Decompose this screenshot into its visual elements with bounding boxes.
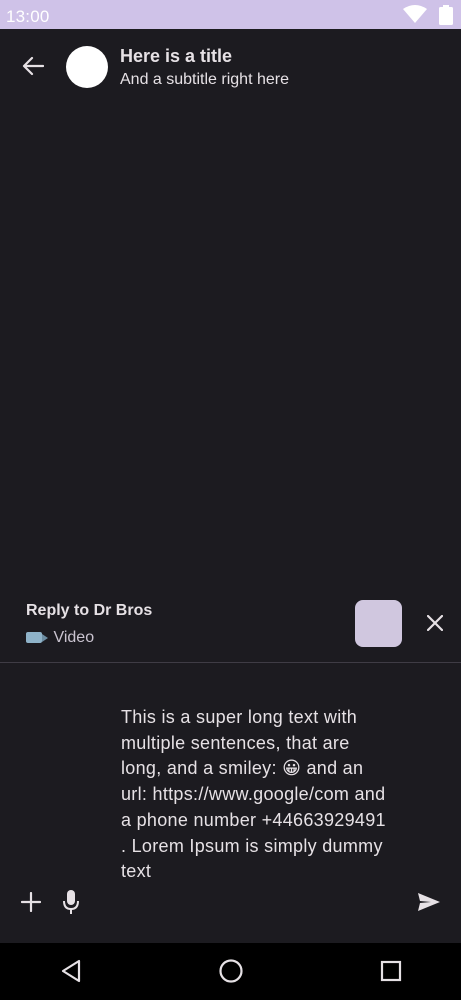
composer: This is a super long text with multiple … [0, 663, 461, 943]
system-navigation-bar [0, 943, 461, 1000]
message-list[interactable] [0, 105, 461, 590]
reply-title: Reply to Dr Bros [26, 602, 153, 619]
reply-thumbnail [355, 600, 402, 647]
plus-icon [21, 892, 41, 912]
send-button[interactable] [412, 885, 446, 919]
back-button[interactable] [13, 46, 53, 86]
reply-type-label: Video [53, 629, 95, 646]
close-icon [427, 615, 443, 631]
battery-icon [439, 5, 453, 25]
nav-home-icon[interactable] [218, 958, 244, 984]
reply-preview: Reply to Dr Bros Video [0, 590, 461, 662]
status-bar: 13:00 [0, 0, 461, 29]
add-attachment-button[interactable] [14, 885, 48, 919]
nav-recents-icon[interactable] [378, 958, 404, 984]
reply-type-row: Video [26, 629, 94, 647]
microphone-button[interactable] [54, 883, 88, 921]
wifi-icon [403, 5, 427, 23]
nav-back-icon[interactable] [58, 957, 86, 985]
app-bar: Here is a title And a subtitle right her… [0, 29, 461, 105]
microphone-icon [63, 890, 79, 914]
close-reply-button[interactable] [418, 606, 452, 640]
conversation-subtitle: And a subtitle right here [120, 71, 289, 88]
message-input[interactable]: This is a super long text with multiple … [121, 705, 391, 885]
arrow-back-icon [22, 56, 44, 76]
send-icon [418, 893, 440, 911]
conversation-title: Here is a title [120, 46, 233, 66]
status-time: 13:00 [6, 7, 50, 26]
avatar[interactable] [66, 46, 108, 88]
video-camera-icon [26, 632, 48, 644]
